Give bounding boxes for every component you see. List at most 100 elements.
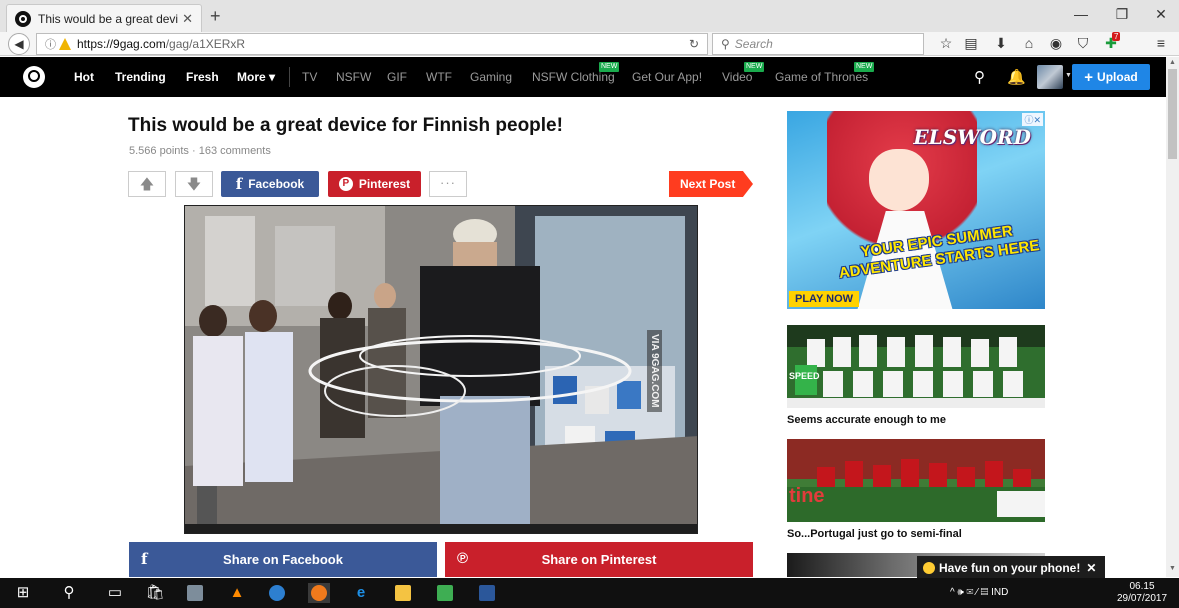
pocket-icon[interactable]: ◉ — [1045, 35, 1067, 52]
url-bar[interactable]: ⓘ https://9gag.com/gag/a1XERxR ↻ — [36, 33, 708, 55]
reload-icon[interactable]: ↻ — [689, 37, 699, 51]
nav-divider — [289, 67, 290, 87]
scroll-down-icon[interactable]: ▼ — [1166, 565, 1179, 572]
street-photo — [185, 206, 697, 533]
facebook-icon: f — [141, 550, 148, 568]
nav-wtf[interactable]: WTF — [426, 70, 452, 84]
tab-close-icon[interactable]: ✕ — [182, 11, 193, 27]
search-icon[interactable]: ⚲ — [974, 68, 985, 86]
toast-close-icon[interactable]: ✕ — [1086, 561, 1096, 575]
new-badge: NEW — [599, 62, 620, 72]
vlc-icon[interactable]: ▲ — [226, 583, 248, 603]
app-icon[interactable] — [266, 583, 288, 603]
more-options-button[interactable]: ··· — [429, 171, 467, 197]
addon-badge: 7 — [1112, 32, 1121, 41]
ad-logo: ELSWORD — [913, 125, 1031, 149]
post-meta[interactable]: 5.566 points · 163 comments — [129, 145, 271, 157]
nav-tv[interactable]: TV — [302, 70, 317, 84]
home-icon[interactable]: ⌂ — [1018, 35, 1040, 51]
upvote-button[interactable]: 🡅 — [128, 171, 166, 197]
site-header: Hot Trending Fresh More ▾ TV NSFW GIF WT… — [0, 57, 1166, 97]
facebook-share-button[interactable]: f Facebook — [221, 171, 319, 197]
search-icon[interactable]: ⚲ — [58, 583, 80, 603]
arrow-down-icon: 🡇 — [186, 176, 202, 192]
maximize-button[interactable]: ❐ — [1104, 6, 1140, 23]
nav-hot[interactable]: Hot — [74, 70, 94, 84]
clock[interactable]: 06.15 29/07/2017 — [1114, 581, 1170, 605]
nav-more[interactable]: More ▾ — [237, 70, 275, 84]
9gag-favicon-icon — [15, 10, 31, 27]
arrow-up-icon: 🡅 — [139, 176, 155, 192]
page-scrollbar[interactable]: ▲ ▼ — [1166, 57, 1179, 577]
next-post-button[interactable]: Next Post — [669, 171, 753, 197]
firefox-icon[interactable] — [308, 583, 330, 603]
nav-nsfw-clothing[interactable]: NSFW Clothing — [532, 70, 615, 84]
post-title: This would be a great device for Finnish… — [128, 115, 563, 136]
minimize-button[interactable]: — — [1063, 6, 1099, 22]
mobile-app-toast[interactable]: Have fun on your phone! ✕ — [917, 556, 1105, 580]
nav-video[interactable]: Video — [722, 70, 752, 84]
avatar[interactable] — [1037, 65, 1063, 89]
share-on-pinterest-button[interactable]: ℗ Share on Pinterest — [445, 542, 753, 577]
app-icon[interactable] — [184, 583, 206, 603]
sidebar-thumbnail-germany[interactable]: SPEED — [787, 325, 1045, 408]
url-path: /gag/a1XERxR — [165, 37, 246, 51]
new-tab-button[interactable]: + — [210, 6, 221, 27]
download-icon[interactable]: ⬇ — [990, 35, 1012, 52]
pinterest-icon: ℗ — [457, 550, 469, 567]
addon-icon[interactable]: ✚ 7 — [1100, 32, 1122, 52]
sidebar-caption[interactable]: So...Portugal just go to semi-final — [787, 528, 962, 540]
tab-title: This would be a great devi... — [38, 11, 179, 26]
ad-play-now-button[interactable]: PLAY NOW — [789, 291, 860, 307]
toast-text: Have fun on your phone! — [939, 561, 1081, 575]
share-on-facebook-button[interactable]: f Share on Facebook — [129, 542, 437, 577]
nav-game-of-thrones[interactable]: Game of Thrones — [775, 70, 868, 84]
clock-date: 29/07/2017 — [1116, 593, 1168, 604]
search-icon: ⚲ — [721, 37, 730, 51]
site-info-icon[interactable]: ⓘ — [45, 36, 56, 52]
system-tray[interactable]: ^ 🕪 ✉ ⁄ ▤ IND — [950, 587, 1008, 598]
nav-gaming[interactable]: Gaming — [470, 70, 512, 84]
insecure-warning-icon — [59, 38, 71, 50]
nav-fresh[interactable]: Fresh — [186, 70, 219, 84]
url-host: https://9gag.com — [77, 37, 166, 51]
advertisement-banner[interactable]: ELSWORD ⓘ✕ YOUR EPIC SUMMER ADVENTURE ST… — [787, 111, 1045, 309]
upload-button[interactable]: + Upload — [1072, 64, 1150, 90]
9gag-logo-icon[interactable] — [23, 66, 45, 88]
nav-trending[interactable]: Trending — [115, 70, 166, 84]
bell-icon[interactable]: 🔔 — [1007, 68, 1026, 86]
back-button[interactable]: ◀ — [8, 33, 30, 55]
scrollbar-thumb[interactable] — [1168, 69, 1177, 159]
app-icon[interactable] — [434, 583, 456, 603]
nav-gif[interactable]: GIF — [387, 70, 407, 84]
ad-choices-icon[interactable]: ⓘ✕ — [1022, 113, 1043, 126]
search-input[interactable]: ⚲ Search — [712, 33, 924, 55]
share-facebook-label: Share on Facebook — [223, 552, 343, 567]
chevron-down-icon[interactable]: ▼ — [1065, 72, 1072, 79]
ad-character-face — [869, 149, 929, 211]
nav-get-our-app[interactable]: Get Our App! — [632, 70, 702, 84]
pinterest-share-button[interactable]: P Pinterest — [328, 171, 421, 197]
browser-tab[interactable]: This would be a great devi... ✕ — [6, 4, 202, 32]
smiley-icon — [923, 562, 935, 574]
task-view-icon[interactable]: ▭ — [104, 583, 126, 603]
star-icon[interactable]: ☆ — [935, 35, 957, 52]
pinterest-label: Pinterest — [358, 177, 411, 191]
store-icon[interactable]: 🛍 — [144, 583, 166, 603]
sidebar-thumbnail-portugal[interactable]: tine — [787, 439, 1045, 522]
upload-label: Upload — [1097, 70, 1138, 84]
downvote-button[interactable]: 🡇 — [175, 171, 213, 197]
edge-icon[interactable]: e — [350, 583, 372, 603]
scroll-up-icon[interactable]: ▲ — [1166, 59, 1179, 66]
menu-icon[interactable]: ≡ — [1150, 35, 1172, 51]
reading-list-icon[interactable]: ▤ — [960, 35, 982, 52]
post-image[interactable] — [184, 205, 698, 534]
sidebar-caption[interactable]: Seems accurate enough to me — [787, 414, 946, 426]
shield-icon[interactable]: ⛉ — [1072, 35, 1094, 52]
nav-nsfw[interactable]: NSFW — [336, 70, 371, 84]
word-icon[interactable] — [476, 583, 498, 603]
windows-start-icon[interactable]: ⊞ — [12, 583, 34, 603]
file-explorer-icon[interactable] — [392, 583, 414, 603]
close-window-button[interactable]: ✕ — [1143, 6, 1179, 23]
thumbnail-overlay-text: SPEED — [789, 371, 820, 381]
